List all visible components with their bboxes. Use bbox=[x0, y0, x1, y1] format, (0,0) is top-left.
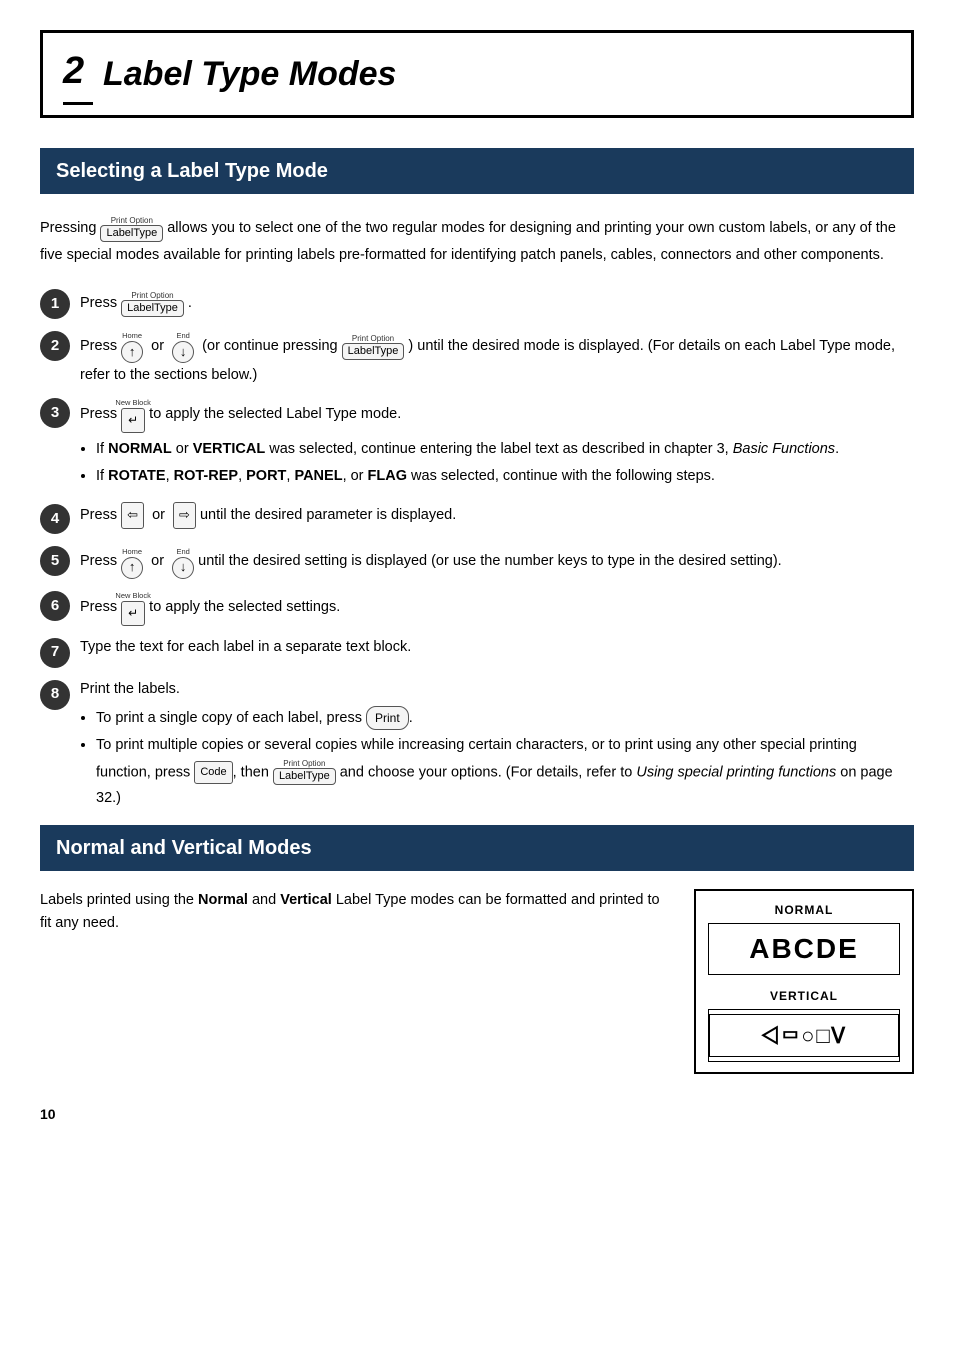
normal-mode-text: ABCDE bbox=[708, 923, 900, 975]
up-arrow-s5: Home ↑ bbox=[121, 557, 143, 579]
right-nav-key-s4: ⇨ bbox=[173, 502, 196, 528]
step-1: 1 Press Print Option LabelType . bbox=[40, 287, 914, 319]
print-option-s1: Print Option bbox=[131, 291, 173, 301]
label-type-key-intro-wrapper: Print Option LabelType bbox=[100, 212, 163, 244]
down-arrow-s5: End ↓ bbox=[172, 557, 194, 579]
step-6: 6 Press New Block ↵ to apply the selecte… bbox=[40, 589, 914, 626]
step-3-bullet-2: If ROTATE, ROT-REP, PORT, PANEL, or FLAG… bbox=[96, 466, 914, 488]
page-number: 10 bbox=[40, 1104, 914, 1125]
step-2: 2 Press Home ↑ or End ↓ (or continue pre… bbox=[40, 329, 914, 386]
return-key-s3-wrapper: New Block ↵ bbox=[121, 396, 145, 433]
normal-mode-label: NORMAL bbox=[708, 901, 900, 919]
vertical-mode-label: VERTICAL bbox=[708, 987, 900, 1005]
step-content-5: Press Home ↑ or End ↓ until the desired … bbox=[80, 544, 914, 578]
section2-header: Normal and Vertical Modes bbox=[40, 825, 914, 871]
label-type-key-s2: Print Option LabelType bbox=[342, 343, 405, 360]
end-label-s2: End bbox=[176, 330, 189, 342]
return-key-s3: New Block ↵ bbox=[121, 408, 145, 433]
chapter-title: Label Type Modes bbox=[103, 49, 396, 100]
or-text-s5: or bbox=[151, 554, 164, 570]
chapter-header: 2 Label Type Modes bbox=[40, 30, 914, 118]
label-type-key-s1: Print Option LabelType bbox=[121, 300, 184, 317]
print-option-label-intro: Print Option bbox=[111, 216, 153, 226]
new-block-label-s3: New Block bbox=[115, 397, 150, 409]
end-label-s5: End bbox=[176, 546, 189, 558]
step-num-1: 1 bbox=[40, 289, 70, 319]
step-8-bullet-1: To print a single copy of each label, pr… bbox=[96, 706, 914, 730]
step-3: 3 Press New Block ↵ to apply the selecte… bbox=[40, 396, 914, 492]
return-key-s6: New Block ↵ bbox=[121, 601, 145, 626]
step-5: 5 Press Home ↑ or End ↓ until the desire… bbox=[40, 544, 914, 578]
down-arrow-wrapper-s2: End ↓ bbox=[172, 329, 194, 363]
step-content-2: Press Home ↑ or End ↓ (or continue press… bbox=[80, 329, 914, 386]
label-type-key-s8: Print Option LabelType bbox=[273, 768, 336, 785]
print-key-s8: Print bbox=[366, 706, 409, 730]
return-key-s6-wrapper: New Block ↵ bbox=[121, 589, 145, 626]
bottom-section: Labels printed using the Normal and Vert… bbox=[40, 889, 914, 1074]
step-4: 4 Press ⇦ or ⇨ until the desired paramet… bbox=[40, 502, 914, 534]
special-functions-link: Using special printing functions bbox=[636, 764, 836, 780]
label-type-key-s8-wrapper: Print Option LabelType bbox=[273, 757, 336, 789]
step-3-bullets: If NORMAL or VERTICAL was selected, cont… bbox=[96, 439, 914, 488]
or-text-s2: or bbox=[151, 338, 164, 354]
print-option-s2: Print Option bbox=[352, 334, 394, 344]
step-content-6: Press New Block ↵ to apply the selected … bbox=[80, 589, 914, 626]
up-arrow-s2: Home ↑ bbox=[121, 341, 143, 363]
step-8: 8 Print the labels. To print a single co… bbox=[40, 678, 914, 816]
label-type-key-s2-wrapper: Print Option LabelType bbox=[342, 330, 405, 362]
step-num-2: 2 bbox=[40, 331, 70, 361]
label-type-key-s1-wrapper: Print Option LabelType bbox=[121, 287, 184, 319]
step-content-1: Press Print Option LabelType . bbox=[80, 287, 914, 319]
intro-paragraph: Pressing Print Option LabelType allows y… bbox=[40, 212, 914, 267]
step-num-8: 8 bbox=[40, 680, 70, 710]
step-num-3: 3 bbox=[40, 398, 70, 428]
steps-list: 1 Press Print Option LabelType . 2 Press… bbox=[40, 287, 914, 815]
home-label-s5: Home bbox=[122, 546, 142, 558]
step-7: 7 Type the text for each label in a sepa… bbox=[40, 636, 914, 668]
left-nav-key-s4: ⇦ bbox=[121, 502, 144, 528]
chapter-number: 2 bbox=[63, 43, 93, 105]
step-8-bullet-2: To print multiple copies or several copi… bbox=[96, 735, 914, 810]
or-text-s4: or bbox=[152, 507, 165, 523]
step-content-7: Type the text for each label in a separa… bbox=[80, 636, 914, 658]
code-key-s8: Code bbox=[194, 761, 232, 784]
down-arrow-wrapper-s5: End ↓ bbox=[172, 544, 194, 578]
step-content-4: Press ⇦ or ⇨ until the desired parameter… bbox=[80, 502, 914, 528]
step-num-7: 7 bbox=[40, 638, 70, 668]
step-num-5: 5 bbox=[40, 546, 70, 576]
new-block-label-s6: New Block bbox=[115, 590, 150, 602]
up-arrow-wrapper-s2: Home ↑ bbox=[121, 329, 143, 363]
step-3-bullet-1: If NORMAL or VERTICAL was selected, cont… bbox=[96, 439, 914, 461]
step-num-6: 6 bbox=[40, 591, 70, 621]
label-type-key-intro: Print Option LabelType bbox=[100, 225, 163, 242]
label-preview-box: NORMAL ABCDE VERTICAL ◁▭○□Ꮩ bbox=[694, 889, 914, 1074]
step-8-bullets: To print a single copy of each label, pr… bbox=[96, 706, 914, 810]
section2-intro: Labels printed using the Normal and Vert… bbox=[40, 889, 664, 934]
down-arrow-s2: End ↓ bbox=[172, 341, 194, 363]
home-label-s2: Home bbox=[122, 330, 142, 342]
up-arrow-wrapper-s5: Home ↑ bbox=[121, 544, 143, 578]
print-option-s8: Print Option bbox=[283, 759, 325, 769]
step-content-8: Print the labels. To print a single copy… bbox=[80, 678, 914, 816]
vertical-mode-text: ◁▭○□Ꮩ bbox=[708, 1009, 900, 1062]
section1-header: Selecting a Label Type Mode bbox=[40, 148, 914, 194]
step-content-3: Press New Block ↵ to apply the selected … bbox=[80, 396, 914, 492]
step-num-4: 4 bbox=[40, 504, 70, 534]
